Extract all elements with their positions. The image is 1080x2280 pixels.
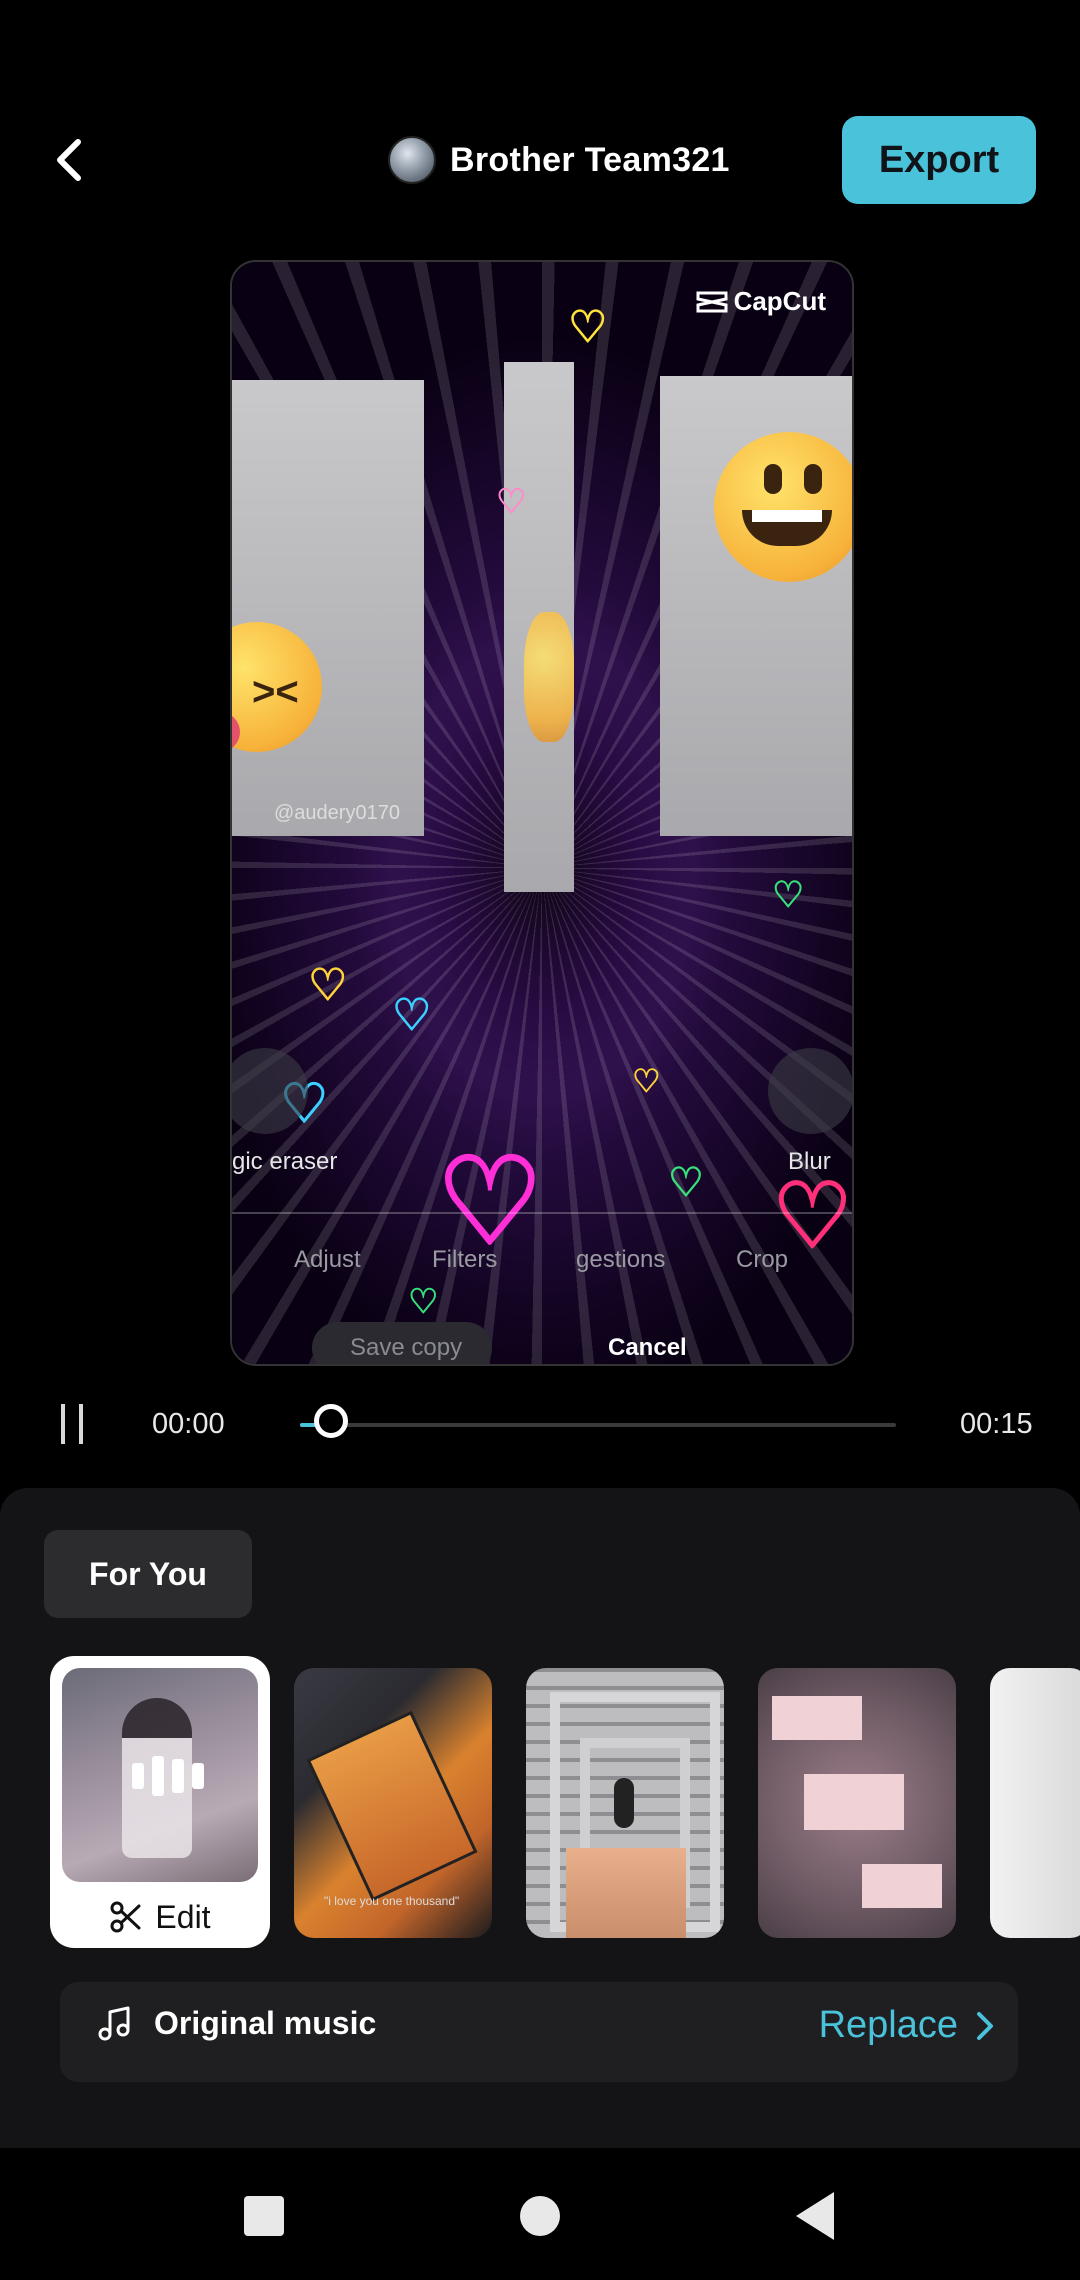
- left-panel: [232, 380, 424, 836]
- save-copy-label: Save copy: [350, 1334, 463, 1361]
- project-title-group[interactable]: Brother Team321: [388, 136, 730, 184]
- blur-tool-circle: [768, 1048, 852, 1134]
- project-title: Brother Team321: [450, 140, 730, 179]
- photo-tile: [862, 1864, 942, 1908]
- capcut-logo-icon: [696, 291, 728, 312]
- chevron-right-icon: [977, 2011, 993, 2040]
- person-figure: [614, 1778, 634, 1828]
- heart-icon: ♡: [392, 991, 432, 1040]
- capcut-label: CapCut: [733, 286, 826, 316]
- replace-button[interactable]: Replace: [819, 2004, 996, 2047]
- template-card[interactable]: "i love you one thousand": [294, 1668, 492, 1938]
- template-caption: "i love you one thousand": [324, 1894, 460, 1908]
- system-back-button[interactable]: [796, 2192, 834, 2240]
- progress-track[interactable]: [300, 1423, 896, 1427]
- pause-icon-bar: [79, 1404, 83, 1444]
- divider: [232, 1212, 852, 1214]
- audio-wave-icon: [132, 1756, 204, 1796]
- edit-button[interactable]: Edit: [62, 1894, 258, 1940]
- template-card[interactable]: [990, 1668, 1080, 1938]
- heart-icon: ♡: [408, 1283, 439, 1321]
- overlay-tab-suggestions: gestions: [576, 1246, 666, 1273]
- floor: [566, 1848, 686, 1938]
- cancel-label: Cancel: [608, 1334, 687, 1361]
- music-label: Original music: [154, 2004, 377, 2041]
- heart-icon: ♡: [668, 1161, 704, 1205]
- overlay-tab-crop: Crop: [736, 1246, 789, 1273]
- video-preview[interactable]: >< CapCut @audery0170 ♡ ♡ ♡ ♡ ♡ ♡ ♡ ♡ ♡ …: [230, 260, 854, 1366]
- heart-icon: ♡: [436, 1135, 544, 1269]
- capcut-watermark: CapCut: [696, 286, 826, 317]
- rotated-photo: [306, 1710, 478, 1902]
- magic-eraser-label: gic eraser: [232, 1148, 338, 1175]
- template-card[interactable]: [526, 1668, 724, 1938]
- replace-label: Replace: [818, 2004, 958, 2046]
- photo-tile: [804, 1774, 904, 1830]
- original-music: Original music: [96, 2004, 376, 2042]
- center-emoji: [524, 612, 574, 742]
- progress-thumb[interactable]: [314, 1404, 348, 1438]
- overlay-tab-adjust: Adjust: [294, 1246, 361, 1273]
- current-time: 00:00: [152, 1408, 225, 1440]
- template-thumbnail: [62, 1668, 258, 1882]
- blur-label: Blur: [788, 1148, 831, 1175]
- recents-button[interactable]: [244, 2196, 284, 2236]
- edit-label: Edit: [155, 1898, 211, 1935]
- heart-icon: ♡: [496, 483, 527, 521]
- back-button[interactable]: [40, 130, 100, 190]
- photo-tile: [772, 1696, 862, 1740]
- smiling-emoji: [714, 432, 852, 582]
- total-time: 00:15: [960, 1408, 1033, 1440]
- heart-icon: ♡: [632, 1063, 661, 1099]
- heart-icon: ♡: [568, 303, 608, 352]
- pause-icon: [61, 1404, 65, 1444]
- heart-icon: ♡: [772, 874, 805, 915]
- music-note-icon: [98, 2006, 130, 2041]
- avatar: [388, 136, 436, 184]
- chevron-left-icon: [57, 139, 81, 181]
- overlay-tab-filters: Filters: [432, 1246, 498, 1273]
- home-button[interactable]: [520, 2196, 560, 2236]
- scissors-icon: [110, 1901, 141, 1933]
- heart-icon: ♡: [308, 961, 348, 1010]
- export-button[interactable]: Export: [842, 116, 1036, 204]
- tab-for-you[interactable]: For You: [44, 1530, 252, 1618]
- template-card[interactable]: [758, 1668, 956, 1938]
- tiktok-handle: @audery0170: [274, 802, 400, 824]
- pause-button[interactable]: [50, 1402, 94, 1446]
